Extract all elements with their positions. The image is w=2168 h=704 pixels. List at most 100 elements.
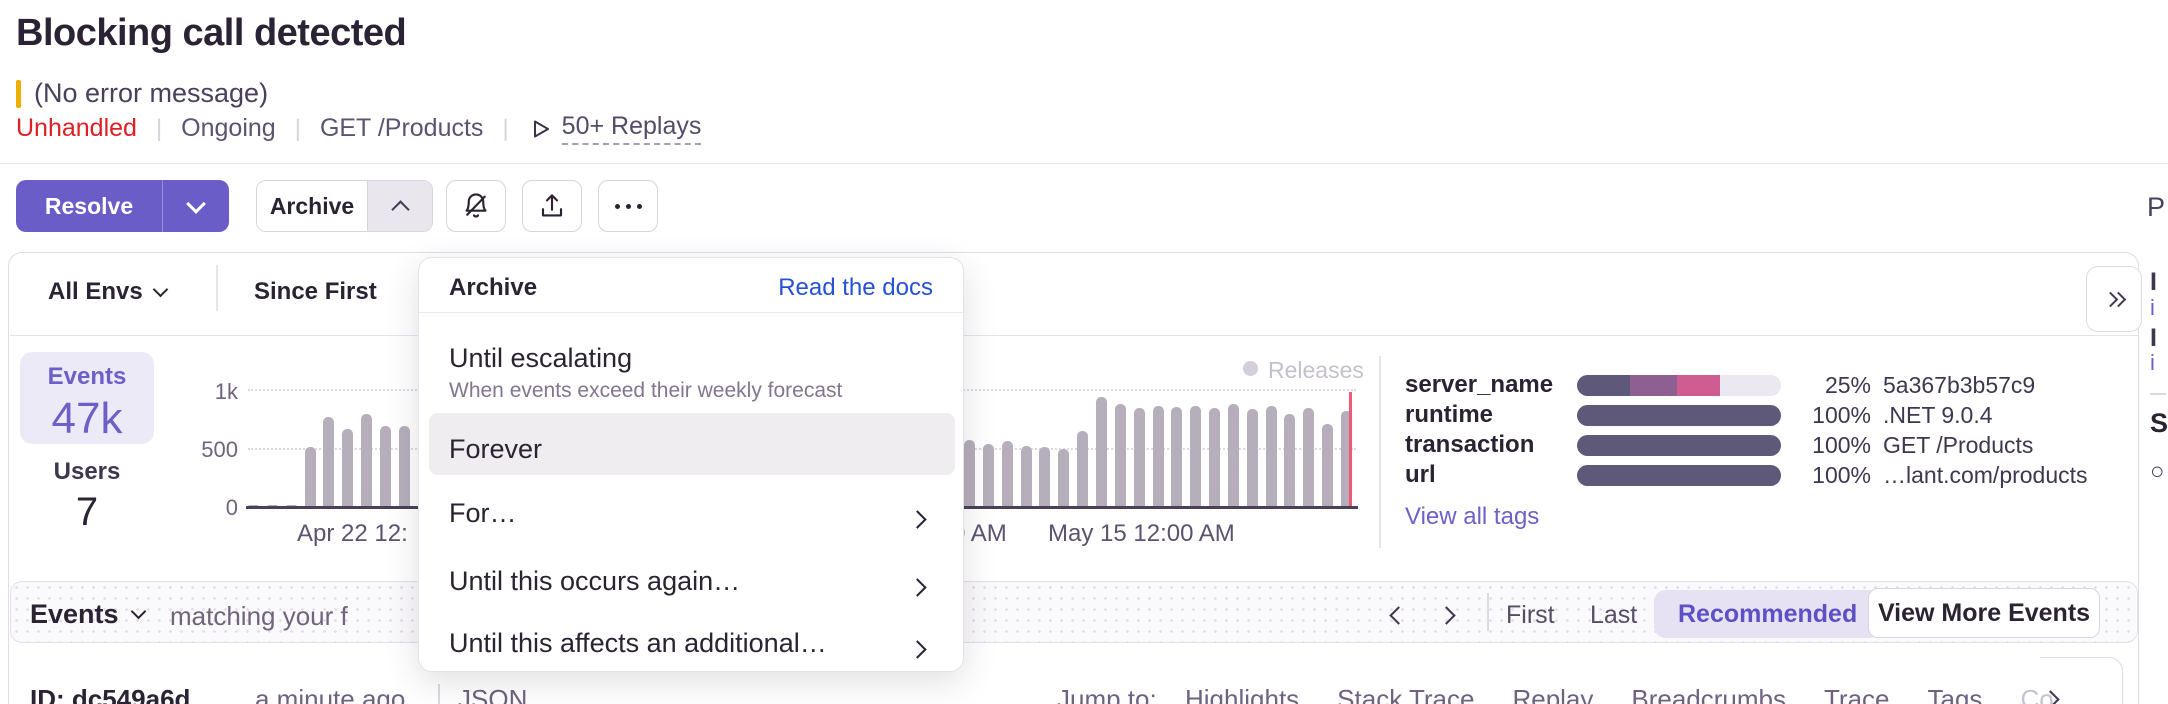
tag-bar-segment [1577,405,1781,426]
event-timestamp: a minute ago [255,684,405,704]
divider: | [156,115,162,143]
tag-percent: 100% [1781,462,1871,489]
first-event-link[interactable]: First [1506,601,1555,630]
chevron-down-icon [130,604,146,620]
error-message: (No error message) [34,78,268,109]
divider: | [295,115,301,143]
sidebar-fragment: i [2150,295,2155,321]
replays-link[interactable]: 50+ Replays [528,112,702,145]
tag-row: transaction 100% GET /Products [1405,431,2125,459]
view-all-tags-link[interactable]: View all tags [1405,503,1539,531]
menu-item-until-affects-additional[interactable]: Until this affects an additional… [449,628,827,659]
tag-value: …lant.com/products [1883,462,2088,489]
menu-item-until-escalating[interactable]: Until escalating [449,343,632,374]
chart-bar [1058,449,1069,507]
jump-link[interactable]: Trace [1824,684,1890,704]
issue-details-page: Blocking call detected (No error message… [0,0,2168,704]
filter-bar-divider [10,335,2138,336]
jump-link[interactable]: Stack Trace [1337,684,1474,704]
view-more-events-button[interactable]: View More Events [1868,588,2100,638]
chart-bar [1266,406,1277,507]
chart-bar [361,414,372,507]
chart-bar [1284,414,1295,507]
play-icon [528,117,552,141]
chevron-down-icon [186,194,206,214]
share-button[interactable] [522,180,582,232]
jump-link[interactable]: Tags [1928,684,1983,704]
ellipsis-icon [615,204,642,209]
tag-name: transaction [1405,431,1577,459]
sidebar-fragment: S [2150,408,2168,439]
substatus-badge: Ongoing [181,114,276,143]
tag-percent: 100% [1781,402,1871,429]
x-tick-may15: May 15 12:00 AM [1048,520,1235,548]
menu-item-forever[interactable]: Forever [449,434,542,465]
period-toggle[interactable]: Since First [254,278,377,306]
prev-event-button[interactable] [1374,594,1416,636]
chevron-right-icon [911,573,924,600]
chart-bar [1209,408,1220,507]
events-dropdown[interactable]: Events [30,599,144,630]
divider [216,265,218,311]
chart-bar [983,444,994,507]
last-event-link[interactable]: Last [1590,601,1637,630]
recommended-toggle[interactable]: Recommended [1654,590,1881,638]
mute-button[interactable] [446,180,506,232]
sidebar-fragment: I [2150,268,2157,297]
tag-percent: 25% [1781,372,1871,399]
chart-bar [342,429,353,507]
tag-value: GET /Products [1883,432,2033,459]
chevron-left-icon [1389,606,1407,624]
archive-button[interactable]: Archive [257,181,367,231]
chart-bar [1134,408,1145,507]
chart-bar [380,426,391,507]
users-count-value: 7 [20,490,154,535]
menu-item-until-escalating-subtitle: When events exceed their weekly forecast [449,379,842,403]
resolve-button[interactable]: Resolve [16,180,163,232]
sidebar-fragment: I [2150,324,2157,353]
archive-dropdown-button[interactable] [367,181,432,231]
tag-bar[interactable] [1577,435,1781,456]
divider [419,312,963,313]
y-tick-500: 500 [150,437,238,463]
sidebar-slivers: IiIiS○ [2146,0,2168,704]
tag-name: url [1405,461,1577,489]
chart-bar [399,426,410,507]
json-link[interactable]: JSON [458,684,527,704]
environment-select[interactable]: All Envs [48,278,166,306]
tag-bar[interactable] [1577,465,1781,486]
page-title: Blocking call detected [16,12,406,55]
menu-item-until-occurs-again[interactable]: Until this occurs again… [449,566,740,597]
more-actions-button[interactable] [598,180,658,232]
jump-to-label: Jump to: [1057,684,1157,704]
y-tick-1k: 1k [150,379,238,405]
tag-percent: 100% [1781,432,1871,459]
resolve-dropdown-button[interactable] [163,180,229,232]
chart-bar [1077,431,1088,507]
tag-bar[interactable] [1577,405,1781,426]
jump-links-scroll-button[interactable] [2032,678,2074,704]
chart-bar [1115,404,1126,507]
jump-link[interactable]: Breadcrumbs [1631,684,1786,704]
chart-bar [1190,406,1201,507]
users-count-label[interactable]: Users [20,458,154,486]
releases-legend-label[interactable]: Releases [1268,357,1364,384]
tag-bar-segment [1577,465,1781,486]
menu-item-for[interactable]: For… [449,498,517,529]
jump-link[interactable]: Highlights [1185,684,1299,704]
view-more-events-label: View More Events [1878,599,2090,628]
header-divider [0,163,2168,164]
chart-bar [1021,446,1032,507]
next-event-button[interactable] [1428,594,1470,636]
divider [438,684,440,704]
events-count-toggle[interactable]: Events 47k [20,352,154,444]
jump-link[interactable]: Replay [1512,684,1593,704]
chevron-right-icon [1437,606,1455,624]
y-tick-0: 0 [150,495,238,521]
expand-sidebar-button[interactable] [2086,266,2142,332]
tag-bar[interactable] [1577,375,1781,396]
bell-slash-icon [461,191,491,221]
read-the-docs-link[interactable]: Read the docs [778,274,933,302]
chart-bar [1096,397,1107,507]
release-marker-line [1349,392,1352,506]
